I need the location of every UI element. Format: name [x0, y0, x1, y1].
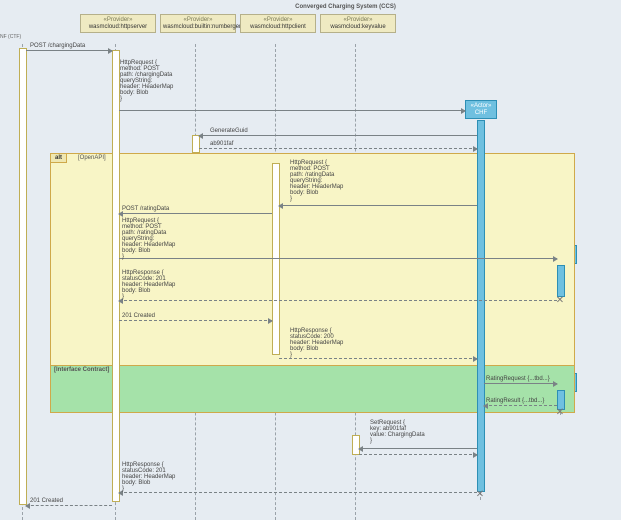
- alt-tag: alt: [50, 153, 67, 163]
- participant-numbergen: «Provider»wasmcloud:builtin:numbergen: [160, 14, 236, 33]
- msg-httprequest-rating-2: HttpRequest { method: POST path: /rating…: [122, 218, 175, 260]
- destroy-icon: ✕: [555, 296, 565, 306]
- activation-nf: [19, 48, 27, 505]
- arrow-return: [119, 320, 272, 321]
- arrow-return: [26, 505, 112, 506]
- activation-httpclient: [272, 163, 280, 355]
- arrow: [119, 213, 272, 214]
- external-actor: NF (CTF): [0, 34, 21, 40]
- arrow-return: [484, 405, 557, 406]
- msg-ratingrequest: RatingRequest {...tbd...}: [486, 376, 550, 382]
- arrow-return: [359, 454, 477, 455]
- arrow: [484, 383, 557, 384]
- participant-keyvalue: «Provider»wasmcloud:keyvalue: [320, 14, 396, 33]
- msg-post-chargingdata: POST /chargingData: [30, 43, 85, 49]
- arrow: [199, 135, 477, 136]
- msg-httpresponse-201b: HttpResponse { statusCode: 201 header: H…: [122, 462, 175, 492]
- arrow: [119, 258, 557, 259]
- msg-httpresponse-200: HttpResponse { statusCode: 200 header: H…: [290, 328, 343, 358]
- arrow-return: [199, 148, 477, 149]
- activation-chf: [477, 120, 485, 492]
- msg-201-created-final: 201 Created: [30, 498, 63, 504]
- destroy-icon: ✕: [555, 408, 565, 418]
- msg-generateguid: GenerateGuid: [210, 128, 248, 134]
- participant-httpserver: «Provider»wasmcloud:httpserver: [80, 14, 156, 33]
- system-title: Converged Charging System (CCS): [80, 4, 611, 10]
- arrow: [119, 110, 465, 111]
- msg-post-ratingdata: POST /ratingData: [122, 206, 169, 212]
- msg-ratingresult: RatingResult {...tbd...}: [486, 398, 544, 404]
- arrow: [26, 50, 112, 51]
- msg-setrequest: SetRequest { key: ab901faf value: Chargi…: [370, 420, 425, 444]
- sequence-diagram: { "system_title": "Converged Charging Sy…: [0, 0, 621, 520]
- msg-guid: ab901faf: [210, 141, 233, 147]
- msg-httprequest-charging: HttpRequest { method: POST path: /chargi…: [120, 60, 173, 102]
- arrow-return: [119, 300, 557, 301]
- activation-rf1: [557, 265, 565, 297]
- ifc-guard: [Interface Contract]: [54, 367, 109, 373]
- arrow: [279, 205, 477, 206]
- participant-httpclient: «Provider»wasmcloud:httpclient: [240, 14, 316, 33]
- activation-keyvalue: [352, 435, 360, 455]
- arrow-return: [119, 492, 477, 493]
- arrow-return: [279, 358, 477, 359]
- arrow: [359, 448, 477, 449]
- alt-guard: [OpenAPI]: [78, 155, 106, 161]
- msg-httprequest-rating-1: HttpRequest { method: POST path: /rating…: [290, 160, 343, 202]
- msg-201-created: 201 Created: [122, 313, 155, 319]
- actor-chf: «Actor»CHF: [465, 100, 497, 119]
- activation-httpserver-a: [112, 50, 120, 502]
- msg-httpresponse-201: HttpResponse { statusCode: 201 header: H…: [122, 270, 175, 300]
